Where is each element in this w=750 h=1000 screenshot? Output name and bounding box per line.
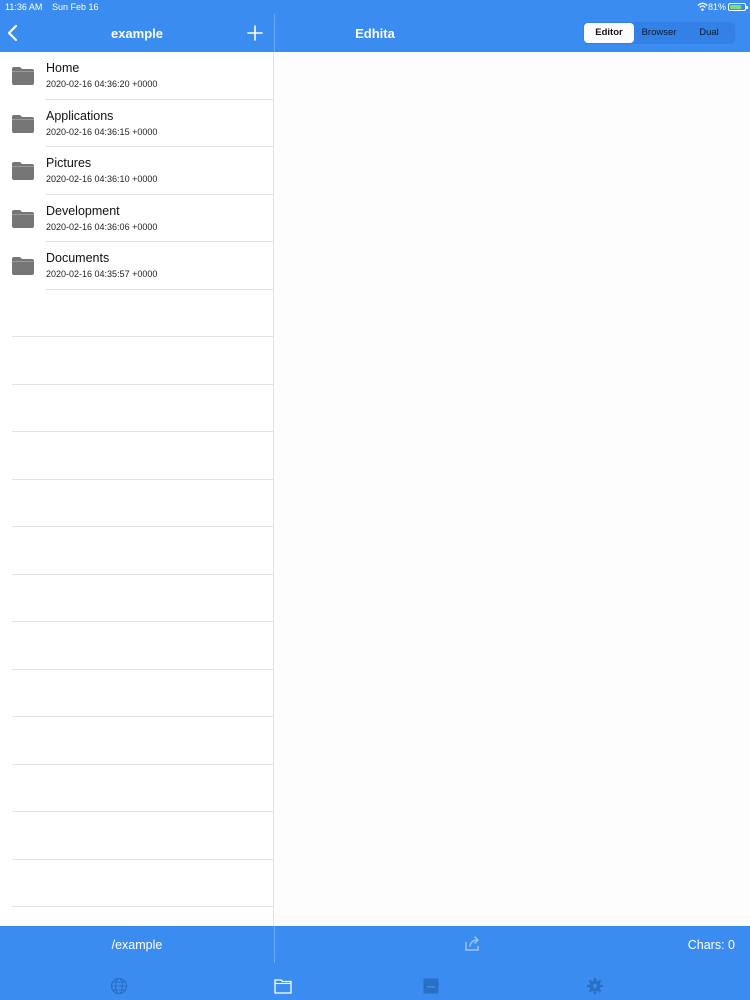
wifi-icon	[697, 2, 708, 11]
empty-row	[0, 527, 273, 575]
bottom-toolbar: /example Chars: 0	[0, 926, 750, 963]
empty-row	[0, 860, 273, 907]
file-row-documents[interactable]: Documents 2020-02-16 04:35:57 +0000	[0, 242, 273, 290]
navigation-bar: example Edhita Editor Browser Dual	[0, 14, 750, 52]
file-name: Pictures	[46, 156, 92, 170]
status-time: 11:36 AM	[5, 2, 43, 12]
file-name: Documents	[46, 251, 110, 265]
file-name: Development	[46, 203, 120, 218]
folder-icon	[12, 162, 34, 180]
row-separator	[12, 906, 273, 907]
editor-text-area[interactable]	[275, 52, 750, 926]
empty-row	[0, 385, 273, 432]
gear-icon	[587, 978, 603, 994]
empty-row	[0, 717, 273, 765]
editor-icon	[423, 978, 439, 994]
globe-icon	[110, 977, 128, 995]
share-icon[interactable]	[464, 936, 481, 952]
file-row-applications[interactable]: Applications 2020-02-16 04:36:15 +0000	[0, 100, 273, 147]
status-date: Sun Feb 16	[52, 2, 99, 12]
battery-percent: 81%	[707, 2, 726, 12]
file-row-development[interactable]: Development 2020-02-16 04:36:06 +0000	[0, 195, 273, 242]
battery-icon	[728, 3, 748, 11]
empty-row	[0, 337, 273, 385]
empty-row	[0, 290, 273, 337]
segment-dual[interactable]: Dual	[684, 23, 734, 43]
status-bar: 11:36 AM Sun Feb 16 81%	[0, 0, 750, 14]
file-name: Applications	[46, 108, 114, 123]
tab-files[interactable]	[263, 963, 303, 1000]
folder-icon	[12, 257, 34, 275]
file-name: Home	[46, 61, 80, 75]
file-modified: 2020-02-16 04:36:15 +0000	[46, 126, 158, 137]
empty-row	[0, 812, 273, 860]
tab-editor[interactable]	[411, 963, 451, 1000]
empty-row	[0, 670, 273, 717]
segment-browser[interactable]: Browser	[634, 23, 684, 43]
empty-row	[0, 432, 273, 480]
add-file-icon[interactable]	[246, 24, 264, 42]
segment-editor[interactable]: Editor	[584, 23, 634, 43]
folder-icon	[12, 209, 34, 228]
file-row-pictures[interactable]: Pictures 2020-02-16 04:36:10 +0000	[0, 147, 273, 195]
empty-row	[0, 765, 273, 812]
app-title: Edhita	[355, 26, 395, 41]
file-browser-header: example	[0, 14, 274, 52]
empty-row	[0, 480, 273, 527]
tab-bar	[0, 963, 750, 1000]
current-path: /example	[111, 938, 163, 952]
file-row-home[interactable]: Home 2020-02-16 04:36:20 +0000	[0, 52, 273, 100]
tab-settings[interactable]	[575, 963, 615, 1000]
character-count: Chars: 0	[687, 938, 735, 952]
empty-row	[0, 575, 273, 622]
folder-icon	[12, 67, 34, 85]
toolbar-divider	[274, 926, 275, 963]
file-list: Home 2020-02-16 04:36:20 +0000 Applicati…	[0, 52, 274, 926]
folder-icon	[274, 979, 292, 994]
file-modified: 2020-02-16 04:36:06 +0000	[46, 221, 158, 232]
folder-icon	[12, 114, 34, 133]
file-modified: 2020-02-16 04:35:57 +0000	[46, 269, 158, 279]
view-mode-segmented-control: Editor Browser Dual	[583, 22, 735, 44]
tab-browser[interactable]	[99, 963, 139, 1000]
file-modified: 2020-02-16 04:36:20 +0000	[46, 79, 158, 89]
file-modified: 2020-02-16 04:36:10 +0000	[46, 174, 158, 184]
empty-row	[0, 622, 273, 670]
folder-title: example	[110, 26, 164, 41]
